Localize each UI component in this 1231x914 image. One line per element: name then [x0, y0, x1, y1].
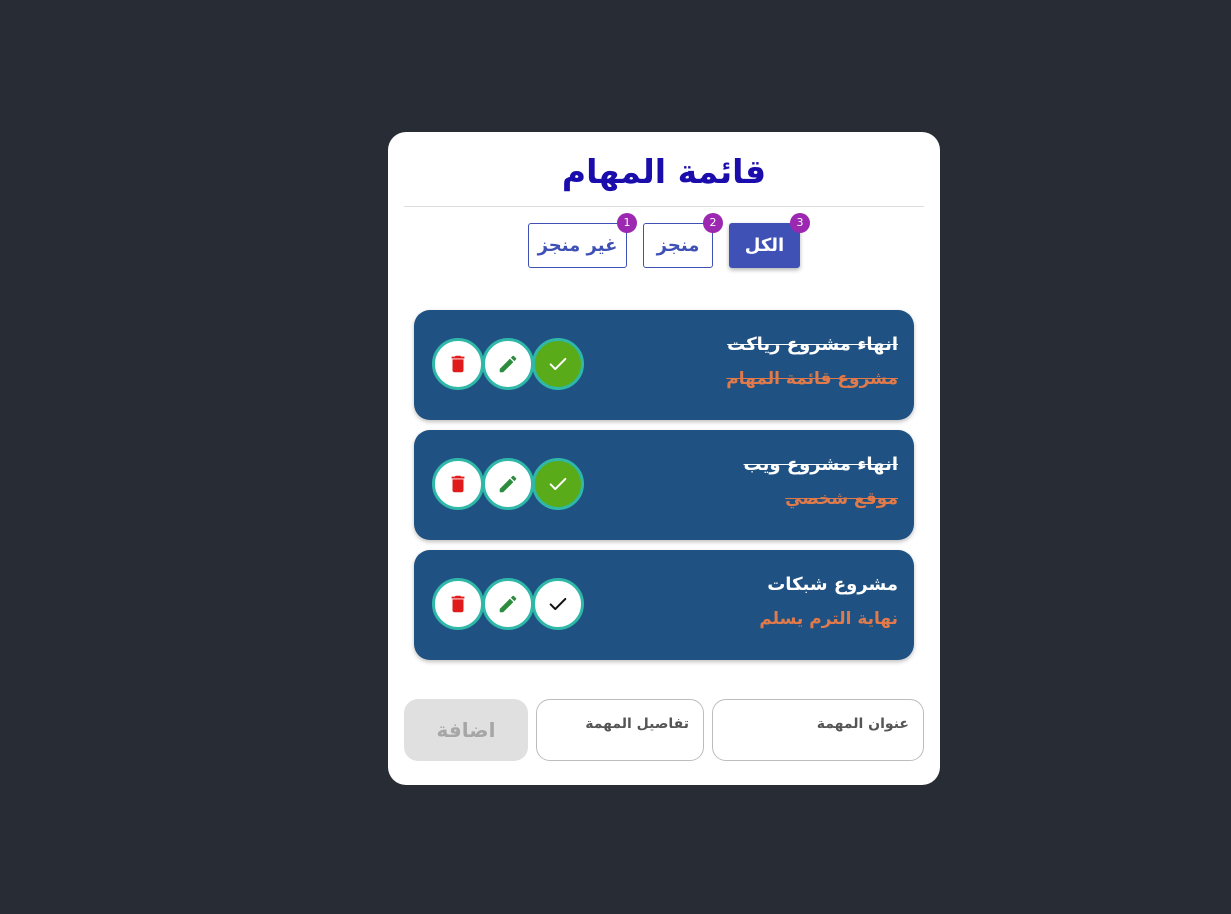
filter-done-button[interactable]: منجز 2 [643, 213, 723, 268]
complete-button[interactable] [532, 338, 584, 390]
task-title: مشروع شبكات [767, 574, 898, 595]
task-item: انهاء مشروع ويب موقع شخصي [414, 430, 914, 540]
filter-not-done-count-badge: 1 [617, 213, 637, 233]
trash-icon [451, 595, 465, 613]
edit-button[interactable] [482, 338, 534, 390]
check-icon [549, 477, 567, 491]
delete-button[interactable] [432, 458, 484, 510]
check-icon [549, 597, 567, 611]
delete-button[interactable] [432, 578, 484, 630]
task-item: انهاء مشروع رياكت مشروع قائمة المهام [414, 310, 914, 420]
complete-button[interactable] [532, 578, 584, 630]
pencil-icon [499, 595, 517, 613]
add-button[interactable]: اضافة [404, 699, 528, 761]
task-title-label: عنوان المهمة [816, 716, 909, 732]
task-details: موقع شخصي [785, 489, 898, 509]
filter-all-count-badge: 3 [790, 213, 810, 233]
title-divider [404, 206, 924, 207]
task-title-input[interactable] [723, 736, 913, 754]
filter-all-button[interactable]: الكل 3 [729, 213, 810, 268]
page-title: قائمة المهام [561, 152, 767, 191]
task-details-input[interactable] [547, 736, 693, 754]
pencil-icon [499, 355, 517, 373]
todo-card: قائمة المهام الكل 3 منجز 2 غير منجز 1 ان… [388, 132, 940, 785]
task-details: نهاية الترم يسلم [759, 609, 898, 629]
check-icon [549, 357, 567, 371]
filter-done-count-badge: 2 [703, 213, 723, 233]
edit-button[interactable] [482, 578, 534, 630]
task-title-field[interactable]: عنوان المهمة [712, 699, 924, 761]
filter-done-label: منجز [656, 235, 700, 256]
delete-button[interactable] [432, 338, 484, 390]
task-title: انهاء مشروع رياكت [727, 334, 898, 355]
edit-button[interactable] [482, 458, 534, 510]
trash-icon [451, 355, 465, 373]
task-details: مشروع قائمة المهام [726, 369, 898, 389]
complete-button[interactable] [532, 458, 584, 510]
trash-icon [451, 475, 465, 493]
task-item: مشروع شبكات نهاية الترم يسلم [414, 550, 914, 660]
task-details-label: تفاصيل المهمة [585, 716, 689, 732]
task-details-field[interactable]: تفاصيل المهمة [536, 699, 704, 761]
pencil-icon [499, 475, 517, 493]
filter-all-label: الكل [744, 235, 785, 256]
filter-not-done-label: غير منجز [537, 235, 618, 256]
filter-not-done-button[interactable]: غير منجز 1 [528, 213, 637, 268]
task-title: انهاء مشروع ويب [743, 454, 898, 475]
